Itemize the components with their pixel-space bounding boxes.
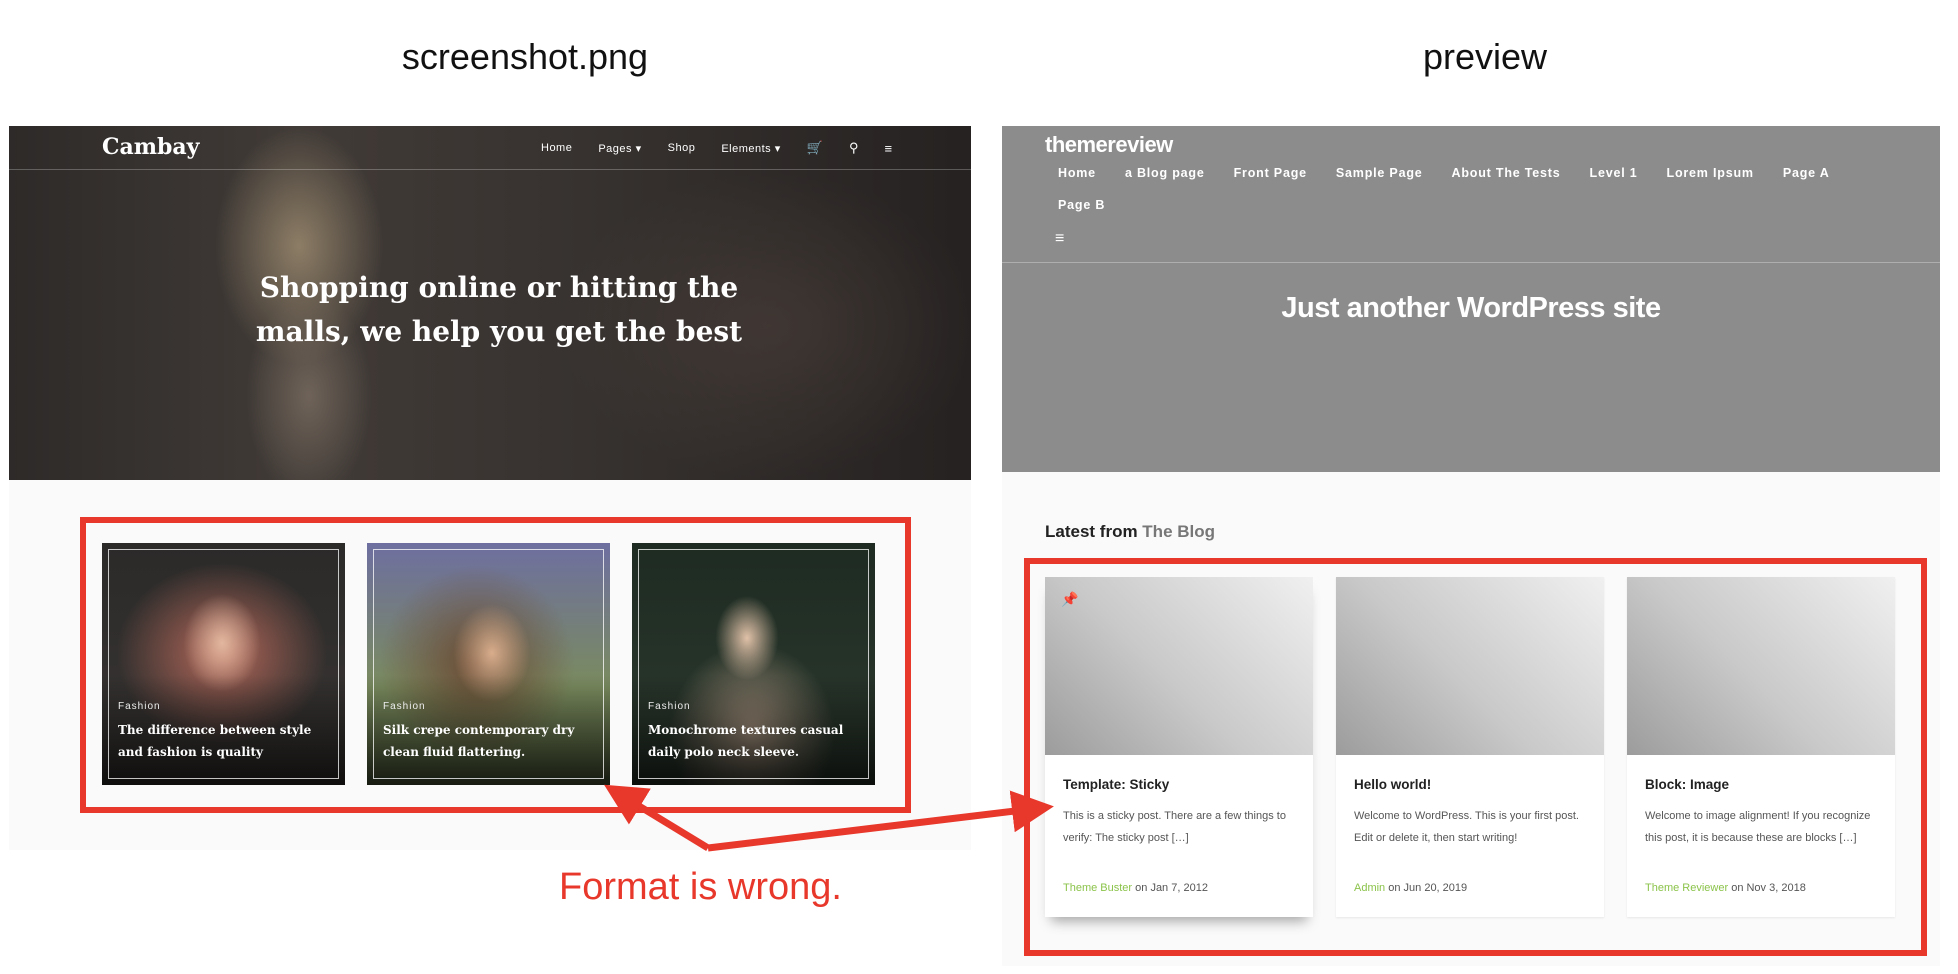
menu-item-page-b[interactable]: Page B xyxy=(1058,196,1105,214)
caption-screenshot: screenshot.png xyxy=(401,36,649,77)
header-divider xyxy=(1002,262,1940,263)
nav-item-home[interactable]: Home xyxy=(541,142,572,154)
site-header: themereview Home a Blog page Front Page … xyxy=(1002,126,1940,472)
site-logo[interactable]: themereview xyxy=(1045,132,1173,158)
site-brand[interactable]: Cambay xyxy=(102,134,199,160)
annotation-label: Format is wrong. xyxy=(559,866,842,908)
site-tagline: Just another WordPress site xyxy=(1281,292,1661,324)
section-title-link[interactable]: The Blog xyxy=(1142,522,1215,541)
nav-item-elements[interactable]: Elements ▾ xyxy=(721,142,780,155)
top-navbar: Cambay Home Pages ▾ Shop Elements ▾ 🛒 ⚲ … xyxy=(9,126,971,170)
menu-item-home[interactable]: Home xyxy=(1058,164,1096,182)
caption-preview: preview xyxy=(1422,36,1548,77)
main-nav: Home Pages ▾ Shop Elements ▾ 🛒 ⚲ ≡ xyxy=(541,140,892,156)
menu-item-blog-page[interactable]: a Blog page xyxy=(1125,164,1205,182)
menu-item-page-a[interactable]: Page A xyxy=(1783,164,1830,182)
menu-icon[interactable]: ≡ xyxy=(884,141,892,156)
section-title: Latest from The Blog xyxy=(1045,522,1215,542)
section-title-prefix: Latest from xyxy=(1045,522,1143,541)
menu-item-lorem-ipsum[interactable]: Lorem Ipsum xyxy=(1667,164,1754,182)
nav-item-pages[interactable]: Pages ▾ xyxy=(598,142,641,155)
menu-item-front-page[interactable]: Front Page xyxy=(1234,164,1307,182)
search-icon[interactable]: ⚲ xyxy=(849,140,859,156)
hero-title: Shopping online or hitting the malls, we… xyxy=(255,271,743,348)
menu-item-about-tests[interactable]: About The Tests xyxy=(1452,164,1561,182)
nav-item-shop[interactable]: Shop xyxy=(668,142,696,154)
cart-icon[interactable]: 🛒 xyxy=(807,140,823,156)
menu-toggle-icon[interactable]: ≡ xyxy=(1055,230,1064,248)
menu-item-sample-page[interactable]: Sample Page xyxy=(1336,164,1423,182)
highlight-box-left xyxy=(80,517,911,813)
primary-menu: Home a Blog page Front Page Sample Page … xyxy=(1058,164,1898,214)
menu-item-level-1[interactable]: Level 1 xyxy=(1590,164,1638,182)
highlight-box-right xyxy=(1024,558,1927,956)
